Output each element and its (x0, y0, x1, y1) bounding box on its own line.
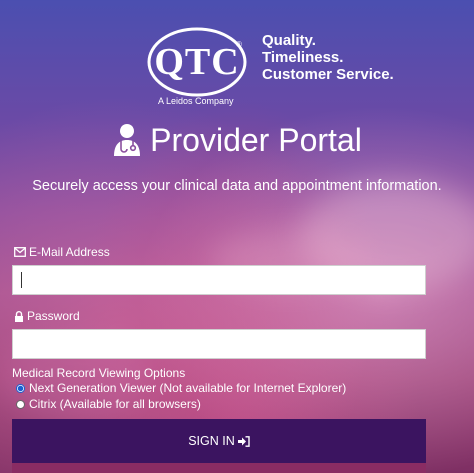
email-field[interactable] (12, 265, 426, 295)
viewing-options-title: Medical Record Viewing Options (12, 366, 186, 380)
page-title-row: Provider Portal (0, 118, 474, 162)
radio-next-generation-viewer[interactable]: Next Generation Viewer (Not available fo… (16, 381, 346, 395)
tagline-line: Timeliness. (262, 49, 344, 66)
doctor-icon (112, 123, 142, 157)
password-label-text: Password (27, 309, 80, 323)
tagline-line: Customer Service. (262, 66, 394, 83)
sign-in-icon (237, 435, 250, 447)
text-cursor (21, 272, 22, 288)
bottom-strip (12, 463, 426, 473)
parent-company: A Leidos Company (158, 96, 234, 106)
page-subtitle: Securely access your clinical data and a… (32, 178, 442, 194)
radio-label[interactable]: Citrix (Available for all browsers) (29, 397, 201, 411)
page-title: Provider Portal (150, 121, 362, 158)
radio-button-checked[interactable] (16, 383, 25, 393)
sign-in-button[interactable]: SIGN IN (12, 419, 426, 463)
email-label: E-Mail Address (14, 245, 110, 259)
radio-citrix[interactable]: Citrix (Available for all browsers) (16, 397, 201, 411)
logo-text: QTC (154, 41, 240, 83)
sign-in-label: SIGN IN (188, 434, 235, 448)
registered-mark: ® (236, 40, 242, 49)
radio-label[interactable]: Next Generation Viewer (Not available fo… (29, 381, 346, 395)
tagline-line: Quality. (262, 32, 316, 49)
logo-tagline: Quality. Timeliness. Customer Service. (262, 32, 394, 83)
password-label: Password (14, 309, 80, 323)
password-field[interactable] (12, 329, 426, 359)
qtc-logo: QTC ® Quality. Timeliness. Customer Serv… (140, 18, 440, 108)
lock-icon (14, 310, 24, 322)
login-page: QTC ® Quality. Timeliness. Customer Serv… (0, 0, 474, 473)
envelope-icon (14, 247, 26, 257)
email-label-text: E-Mail Address (29, 245, 110, 259)
radio-button[interactable] (16, 399, 25, 409)
